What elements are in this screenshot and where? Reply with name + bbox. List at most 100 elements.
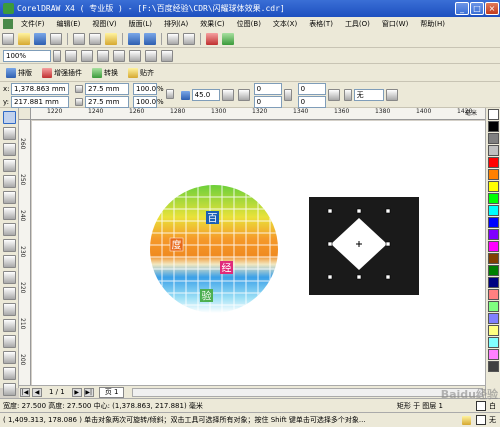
palette-swatch[interactable] — [488, 289, 499, 300]
minimize-button[interactable]: _ — [455, 2, 469, 15]
plugin-enhance-button[interactable]: 增强插件 — [40, 67, 82, 78]
palette-swatch[interactable] — [488, 277, 499, 288]
import-icon[interactable] — [167, 32, 179, 45]
outline-tool-icon[interactable] — [3, 367, 16, 380]
cut-icon[interactable] — [73, 32, 85, 45]
palette-swatch[interactable] — [488, 241, 499, 252]
zoom-tool-icon[interactable] — [3, 159, 16, 172]
ruler-origin[interactable] — [19, 108, 31, 120]
palette-swatch[interactable] — [488, 133, 499, 144]
zoom-all-icon[interactable] — [113, 49, 125, 62]
page-tab-1[interactable]: 页 1 — [98, 386, 125, 398]
zoom-page-icon[interactable] — [129, 49, 141, 62]
rotation-angle-field[interactable]: 45.0 — [191, 89, 220, 101]
maximize-button[interactable]: □ — [470, 2, 484, 15]
corner-radius-bottom-right[interactable]: 0 — [297, 96, 326, 108]
corner-radius-bottom-left[interactable]: 0 — [253, 96, 282, 108]
palette-swatch[interactable] — [488, 313, 499, 324]
zoom-out-icon[interactable] — [81, 49, 93, 62]
scale-y-field[interactable]: 100.0 — [133, 96, 157, 108]
mirror-horizontal-icon[interactable] — [221, 89, 234, 101]
palette-swatch[interactable] — [488, 253, 499, 264]
export-icon[interactable] — [183, 32, 195, 45]
prev-page-icon[interactable]: ◀ — [32, 387, 42, 397]
open-icon[interactable] — [18, 32, 30, 45]
menu-text[interactable]: 文本(X) — [267, 19, 303, 29]
chevron-down-icon[interactable] — [53, 49, 61, 62]
document-menu-icon[interactable] — [3, 18, 13, 29]
dimension-tool-icon[interactable] — [3, 303, 16, 316]
menu-edit[interactable]: 编辑(E) — [51, 19, 87, 29]
round-corner-icon[interactable] — [327, 89, 340, 101]
last-page-icon[interactable]: ▶| — [83, 387, 94, 397]
horizontal-scrollbar[interactable] — [132, 387, 483, 397]
fill-color-swatch[interactable] — [476, 400, 486, 411]
menu-effects[interactable]: 效果(C) — [194, 19, 230, 29]
scale-x-field[interactable]: 100.0 — [133, 83, 157, 95]
fill-tool-icon[interactable] — [3, 383, 16, 396]
shape-tool-icon[interactable] — [3, 127, 16, 140]
interactive-blend-tool-icon[interactable] — [3, 335, 16, 348]
palette-swatch[interactable] — [488, 193, 499, 204]
ellipse-tool-icon[interactable] — [3, 223, 16, 236]
lock-ratio-icon[interactable] — [165, 89, 174, 99]
palette-swatch[interactable] — [488, 349, 499, 360]
palette-swatch[interactable] — [488, 361, 499, 372]
next-page-icon[interactable]: ▶ — [71, 387, 82, 397]
connector-tool-icon[interactable] — [3, 319, 16, 332]
menu-layout[interactable]: 版面(L) — [123, 19, 158, 29]
zoom-width-icon[interactable] — [145, 49, 157, 62]
redo-icon[interactable] — [144, 32, 156, 45]
welcome-screen-icon[interactable] — [222, 32, 234, 45]
freehand-tool-icon[interactable] — [3, 175, 16, 188]
palette-swatch[interactable] — [488, 109, 499, 120]
palette-swatch[interactable] — [488, 301, 499, 312]
undo-icon[interactable] — [128, 32, 140, 45]
save-icon[interactable] — [34, 32, 46, 45]
mirror-vertical-icon[interactable] — [237, 89, 250, 101]
smart-fill-tool-icon[interactable] — [3, 191, 16, 204]
text-tool-icon[interactable] — [3, 271, 16, 284]
outline-color-swatch[interactable] — [476, 415, 486, 425]
menu-bitmaps[interactable]: 位图(B) — [231, 19, 267, 29]
palette-swatch[interactable] — [488, 217, 499, 228]
crop-tool-icon[interactable] — [3, 143, 16, 156]
palette-swatch[interactable] — [488, 145, 499, 156]
vertical-ruler[interactable]: 260 250 240 230 220 210 200 — [19, 120, 31, 385]
menu-help[interactable]: 帮助(H) — [414, 19, 451, 29]
menu-arrange[interactable]: 排列(A) — [158, 19, 194, 29]
menu-view[interactable]: 视图(V) — [86, 19, 122, 29]
zoom-selected-icon[interactable] — [97, 49, 109, 62]
y-position-field[interactable]: 217.881 mm — [11, 96, 69, 108]
first-page-icon[interactable]: |◀ — [20, 387, 30, 397]
plugin-snap-button[interactable]: 贴齐 — [126, 67, 154, 78]
menu-window[interactable]: 窗口(W) — [376, 19, 414, 29]
print-icon[interactable] — [50, 32, 62, 45]
paste-icon[interactable] — [105, 32, 117, 45]
copy-icon[interactable] — [89, 32, 101, 45]
basic-shapes-tool-icon[interactable] — [3, 255, 16, 268]
plugin-typeset-button[interactable]: 排版 — [4, 67, 32, 78]
new-document-icon[interactable] — [2, 32, 14, 45]
palette-swatch[interactable] — [488, 157, 499, 168]
palette-swatch[interactable] — [488, 205, 499, 216]
glossy-sphere[interactable] — [150, 185, 278, 313]
palette-swatch[interactable] — [488, 337, 499, 348]
table-tool-icon[interactable] — [3, 287, 16, 300]
polygon-tool-icon[interactable] — [3, 239, 16, 252]
palette-swatch[interactable] — [488, 169, 499, 180]
height-field[interactable]: 27.5 mm — [85, 96, 129, 108]
palette-swatch[interactable] — [488, 265, 499, 276]
rectangle-tool-icon[interactable] — [3, 207, 16, 220]
menu-file[interactable]: 文件(F) — [15, 19, 51, 29]
x-position-field[interactable]: 1,378.863 mm — [11, 83, 69, 95]
zoom-level-select[interactable]: 100% — [3, 49, 51, 62]
palette-swatch[interactable] — [488, 121, 499, 132]
application-launcher-icon[interactable] — [206, 32, 218, 45]
corner-lock-icon[interactable] — [283, 89, 292, 101]
palette-swatch[interactable] — [488, 229, 499, 240]
outline-width-select[interactable]: 无 — [353, 89, 384, 101]
drawing-canvas[interactable]: 百 度 经 验 — [32, 121, 485, 385]
corner-radius-top-left[interactable]: 0 — [253, 83, 282, 95]
palette-swatch[interactable] — [488, 181, 499, 192]
